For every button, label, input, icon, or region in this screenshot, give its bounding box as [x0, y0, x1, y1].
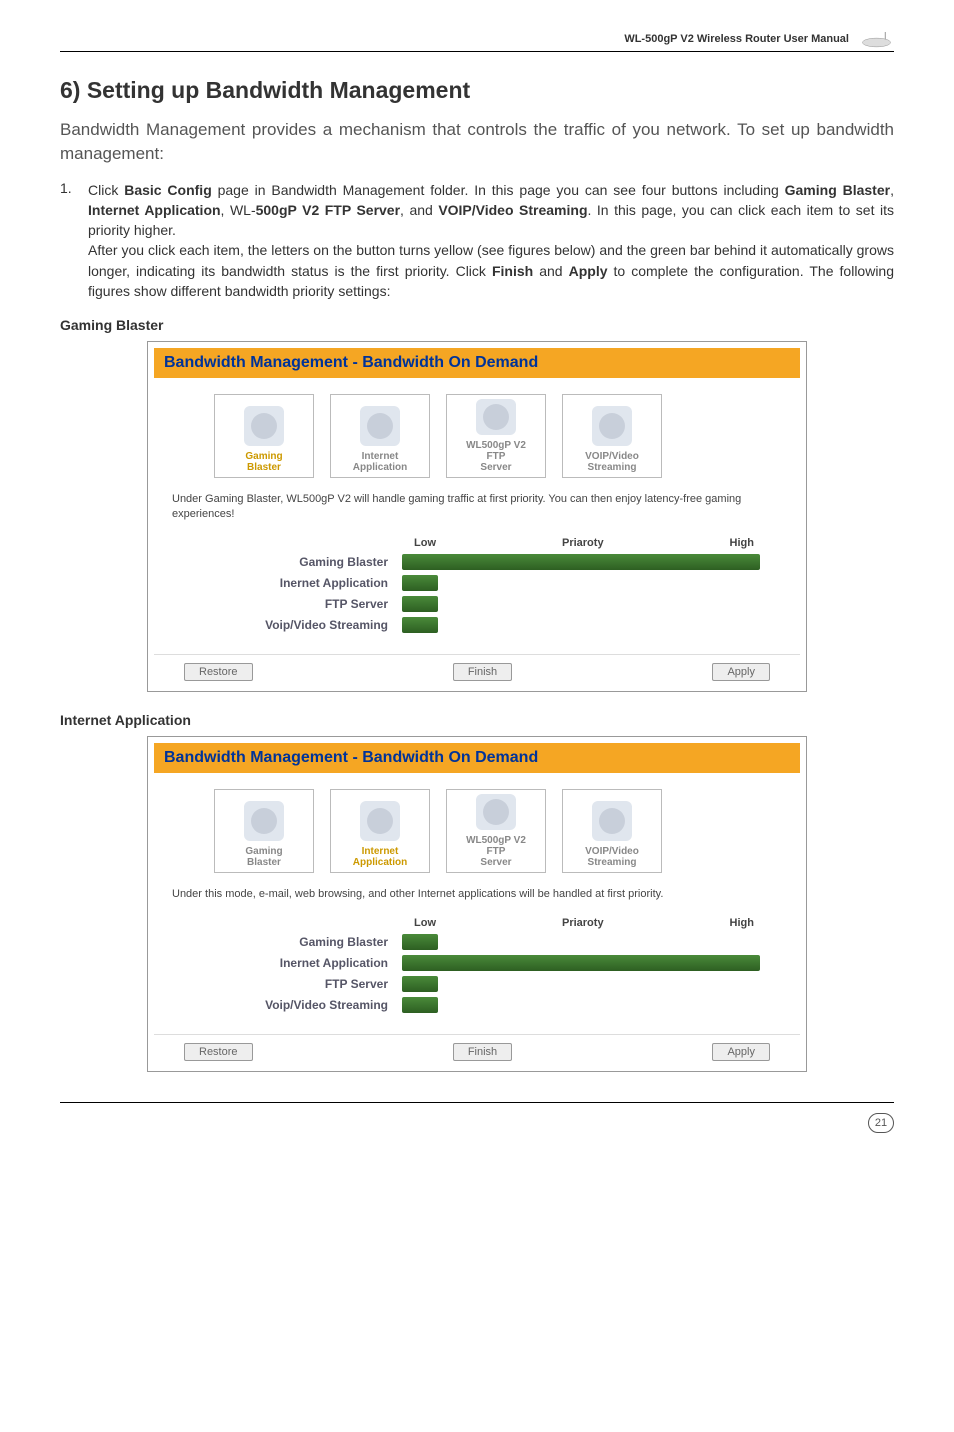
gamepad-icon — [244, 406, 284, 446]
mode-gaming[interactable]: Gaming Blaster — [214, 789, 314, 873]
server-icon — [476, 399, 516, 435]
low-label: Low — [414, 537, 436, 549]
priority-row-inernet: Inernet Application — [214, 575, 760, 591]
router-icon — [859, 30, 894, 48]
mode-internet[interactable]: Internet Application — [330, 394, 430, 478]
priority-row-inernet: Inernet Application — [214, 955, 760, 971]
high-label: High — [730, 917, 754, 929]
mode-voip[interactable]: VOIP/Video Streaming — [562, 789, 662, 873]
panel-title: Bandwidth Management - Bandwidth On Dema… — [154, 743, 800, 773]
finish-button[interactable]: Finish — [453, 663, 512, 681]
globe-icon — [360, 406, 400, 446]
mode-row: Gaming Blaster Internet Application WL50… — [154, 773, 800, 881]
panel-title: Bandwidth Management - Bandwidth On Dema… — [154, 348, 800, 378]
priority-row-gaming: Gaming Blaster — [214, 554, 760, 570]
priority-block: Low Priaroty High Gaming Blaster Inernet… — [154, 911, 800, 1028]
priority-label: Priaroty — [436, 537, 730, 549]
mode-internet[interactable]: Internet Application — [330, 789, 430, 873]
low-label: Low — [414, 917, 436, 929]
mode-gaming[interactable]: Gaming Blaster — [214, 394, 314, 478]
globe-icon — [360, 801, 400, 841]
mode-voip[interactable]: VOIP/Video Streaming — [562, 394, 662, 478]
mode-description: Under Gaming Blaster, WL500gP V2 will ha… — [154, 486, 800, 531]
section-heading: 6) Setting up Bandwidth Management — [60, 77, 894, 104]
restore-button[interactable]: Restore — [184, 663, 253, 681]
apply-button[interactable]: Apply — [712, 663, 770, 681]
priority-row-voip: Voip/Video Streaming — [214, 997, 760, 1013]
priority-block: Low Priaroty High Gaming Blaster Inernet… — [154, 531, 800, 648]
button-row: Restore Finish Apply — [154, 654, 800, 685]
high-label: High — [730, 537, 754, 549]
phone-icon — [592, 801, 632, 841]
screenshot-gaming-blaster: Bandwidth Management - Bandwidth On Dema… — [147, 341, 807, 692]
server-icon — [476, 794, 516, 830]
subhead-gaming: Gaming Blaster — [60, 317, 894, 333]
step-1: 1. Click Basic Config page in Bandwidth … — [60, 180, 894, 302]
manual-title: WL-500gP V2 Wireless Router User Manual — [624, 33, 849, 45]
priority-row-ftp: FTP Server — [214, 976, 760, 992]
priority-row-gaming: Gaming Blaster — [214, 934, 760, 950]
priority-label: Priaroty — [436, 917, 730, 929]
step-text: Click Basic Config page in Bandwidth Man… — [88, 180, 894, 302]
priority-header: Low Priaroty High — [214, 917, 760, 929]
subhead-internet: Internet Application — [60, 712, 894, 728]
priority-header: Low Priaroty High — [214, 537, 760, 549]
priority-row-voip: Voip/Video Streaming — [214, 617, 760, 633]
page-number: 21 — [868, 1113, 894, 1133]
button-row: Restore Finish Apply — [154, 1034, 800, 1065]
gamepad-icon — [244, 801, 284, 841]
step-number: 1. — [60, 180, 72, 196]
restore-button[interactable]: Restore — [184, 1043, 253, 1061]
priority-row-ftp: FTP Server — [214, 596, 760, 612]
screenshot-internet-application: Bandwidth Management - Bandwidth On Dema… — [147, 736, 807, 1072]
mode-ftp[interactable]: WL500gP V2 FTP Server — [446, 789, 546, 873]
page-header: WL-500gP V2 Wireless Router User Manual — [60, 30, 894, 52]
mode-row: Gaming Blaster Internet Application WL50… — [154, 378, 800, 486]
phone-icon — [592, 406, 632, 446]
mode-ftp[interactable]: WL500gP V2 FTP Server — [446, 394, 546, 478]
mode-description: Under this mode, e-mail, web browsing, a… — [154, 881, 800, 911]
apply-button[interactable]: Apply — [712, 1043, 770, 1061]
page-footer: 21 — [60, 1102, 894, 1133]
finish-button[interactable]: Finish — [453, 1043, 512, 1061]
intro-paragraph: Bandwidth Management provides a mechanis… — [60, 118, 894, 166]
